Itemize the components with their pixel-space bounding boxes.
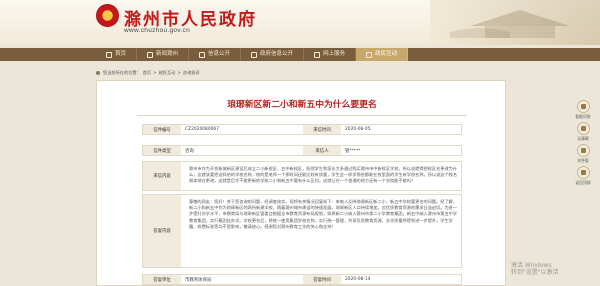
- question-text: 滁州市作为开发新城新区建设后成立二小新校区、五中新校区，既然学生和家长大多通过购…: [189, 166, 458, 184]
- nav-item-label: 新闻滁州: [156, 51, 179, 57]
- accessibility-label: 无障碍: [577, 136, 589, 141]
- site-url: www.chuzhou.gov.cn: [124, 27, 190, 34]
- home-icon: [106, 51, 112, 58]
- article-panel: 琅琊新区新二小和新五中为什么要更名 信件编号 CZ2020080067 来信时间…: [96, 80, 506, 286]
- accessibility-tool[interactable]: 无障碍: [571, 122, 595, 142]
- care-icon: [576, 144, 590, 157]
- nav-item-label: 首页: [115, 51, 127, 57]
- letter-type-value: 咨询: [185, 148, 194, 154]
- letter-type-label: 信件类型: [143, 146, 181, 155]
- breadcrumb-item: 您当前所在的位置：: [103, 70, 141, 75]
- care-mode-label: 关怀版: [577, 158, 589, 163]
- nav-item-5[interactable]: 政民互动: [356, 48, 409, 61]
- reply-time-value: 2020-08-14: [345, 277, 371, 282]
- windows-activation-watermark: 激活 Windows 转到"设置"以激活: [511, 262, 559, 276]
- sender-label: 来信人: [303, 146, 341, 155]
- breadcrumb-item[interactable]: 政民互动: [159, 70, 176, 76]
- answer-row: 答复内容 尊敬的网友：您好！关于您咨询的问题，经调查核实，现将有关情况回复如下：…: [142, 194, 462, 268]
- nav-item-label: 网上服务: [323, 51, 346, 57]
- main-nav: 首页 新闻滁州 信息公开 政府信息公开 网上服务 政民互动: [0, 48, 600, 61]
- question-label: 来信内容: [143, 162, 181, 190]
- breadcrumb-item[interactable]: 首页: [143, 70, 151, 76]
- breadcrumb-item: >: [177, 70, 181, 75]
- doc-icon: [251, 51, 258, 58]
- reply-org-label: 答复单位: [143, 275, 181, 284]
- smart-qa-label: 智能问答: [575, 114, 591, 119]
- article-title: 琅琊新区新二小和新五中为什么要更名: [227, 100, 377, 110]
- national-emblem-icon[interactable]: ☆: [96, 4, 119, 27]
- info-row: 信件编号 CZ2020080067 来信时间 2020-08-05: [142, 124, 462, 135]
- pavilion-icon: [450, 10, 570, 38]
- smart-qa-tool[interactable]: 智能问答: [571, 100, 595, 120]
- letter-time-label: 来信时间: [303, 125, 341, 134]
- nav-item-0[interactable]: 首页: [96, 48, 138, 61]
- news-icon: [147, 51, 154, 58]
- nav-item-3[interactable]: 政府信息公开: [241, 48, 305, 61]
- accessibility-icon: [576, 122, 590, 135]
- letter-number-label: 信件编号: [143, 125, 181, 134]
- back-to-top-tool[interactable]: 返回顶部: [571, 166, 595, 186]
- answer-text: 尊敬的网友：您好！关于您咨询的问题，经调查核实，现将有关情况回复如下：来电人反映…: [189, 199, 458, 229]
- breadcrumb: 您当前所在的位置： 首页 > 政民互动 > 咨询投诉: [96, 70, 200, 76]
- nav-item-2[interactable]: 信息公开: [189, 48, 242, 61]
- question-row: 来信内容 滁州市作为开发新城新区建设后成立二小新校区、五中新校区，既然学生和家长…: [142, 161, 462, 191]
- main-nav-items: 首页 新闻滁州 信息公开 政府信息公开 网上服务 政民互动: [96, 48, 409, 61]
- nav-item-1[interactable]: 新闻滁州: [137, 48, 190, 61]
- reply-time-label: 答复时间: [303, 275, 341, 284]
- nav-item-label: 政民互动: [375, 51, 398, 57]
- site-header: ☆ 滁州市人民政府 www.chuzhou.gov.cn: [0, 0, 600, 45]
- breadcrumb-item[interactable]: 咨询投诉: [183, 70, 200, 76]
- sender-value: 管*****: [345, 148, 361, 154]
- qa-icon: [576, 100, 590, 113]
- back-to-top-label: 返回顶部: [575, 180, 591, 185]
- reply-row: 答复单位 市教育体育局 答复时间 2020-08-14: [142, 274, 462, 285]
- letter-number-value: CZ2020080067: [185, 127, 220, 132]
- chat-icon: [366, 51, 373, 58]
- care-mode-tool[interactable]: 关怀版: [571, 144, 595, 164]
- header-skyline-decoration: [430, 0, 600, 45]
- letter-time-value: 2020-08-05: [345, 127, 371, 132]
- nav-item-4[interactable]: 网上服务: [304, 48, 357, 61]
- watermark-line2: 转到"设置"以激活: [511, 269, 559, 276]
- title-divider: [137, 115, 467, 116]
- reply-org-value: 市教育体育局: [185, 277, 212, 283]
- info-row: 信件类型 咨询 来信人 管*****: [142, 145, 462, 156]
- service-icon: [314, 51, 321, 58]
- watermark-line1: 激活 Windows: [511, 262, 552, 269]
- nav-item-label: 信息公开: [208, 51, 231, 57]
- nav-item-label: 政府信息公开: [260, 51, 294, 57]
- answer-label: 答复内容: [143, 195, 181, 267]
- location-icon: [96, 71, 100, 75]
- top-icon: [576, 166, 590, 179]
- info-icon: [199, 51, 206, 58]
- breadcrumb-item: >: [153, 70, 157, 75]
